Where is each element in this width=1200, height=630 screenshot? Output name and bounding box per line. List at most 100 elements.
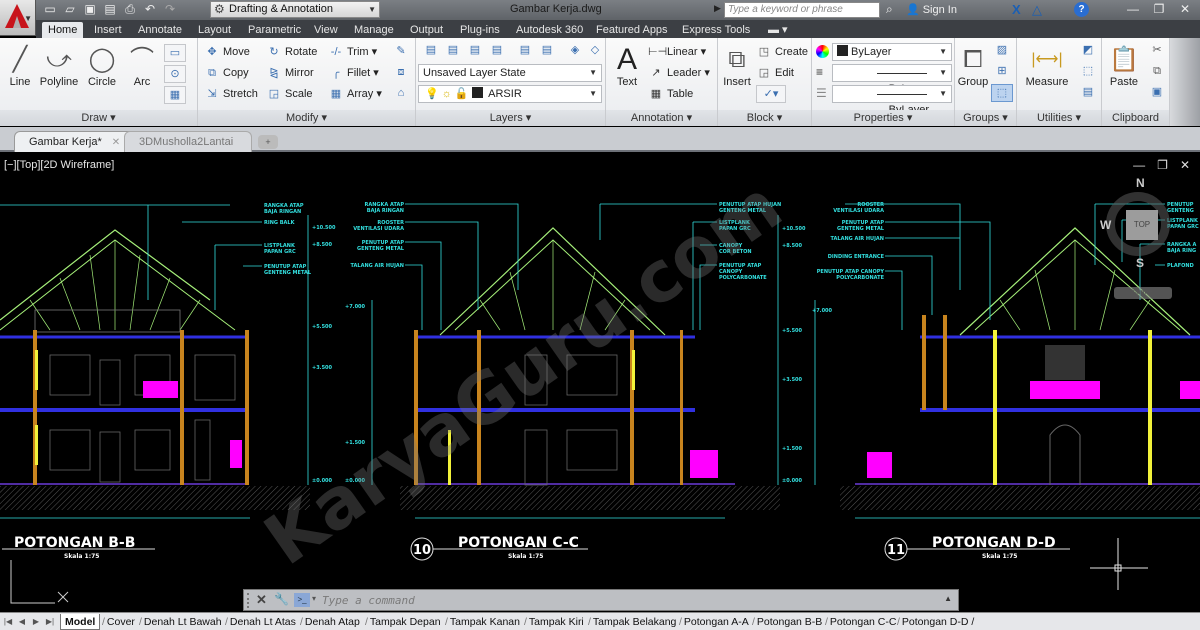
doc-tab-3dmusholla[interactable]: 3DMusholla2Lantai (124, 131, 252, 152)
annotation-panel-title[interactable]: Annotation ▾ (606, 110, 717, 126)
fillet-button[interactable]: ╭ Fillet ▾ (328, 64, 379, 82)
layout-tab-model[interactable]: Model (60, 614, 101, 630)
circle-button[interactable]: ◯ Circle (86, 44, 118, 88)
array-button[interactable]: ▦ Array ▾ (328, 85, 382, 103)
last-tab-icon[interactable]: ▶| (44, 615, 56, 628)
search-expand-icon[interactable]: ▶ (714, 3, 721, 14)
viewport-close-icon[interactable]: ✕ (1180, 158, 1190, 172)
group-button[interactable]: ⧠ Group (957, 44, 989, 88)
move-button[interactable]: ✥ Move (204, 43, 250, 61)
tab-annotate[interactable]: Annotate (132, 22, 188, 38)
close-icon[interactable]: ✕ (112, 137, 120, 148)
new-tab-icon[interactable]: + (258, 135, 278, 149)
linetype-dropdown[interactable]: ByLayer▼ (832, 85, 952, 116)
linear-button[interactable]: ⊢⊣Linear ▾ (648, 43, 706, 61)
ribbon-minimize-icon[interactable]: ▬ ▾ (762, 22, 794, 38)
text-button[interactable]: A Text (612, 44, 642, 89)
viewport-controls-label[interactable]: [−][Top][2D Wireframe] (4, 159, 114, 171)
layout-tab-cover[interactable]: / Cover (98, 614, 139, 630)
table-button[interactable]: ▦ Table (648, 85, 694, 103)
layout-tab-denah-atap[interactable]: / Denah Atap (296, 614, 364, 630)
block-attribute-icon[interactable]: ✓▾ (756, 85, 786, 103)
measure-button[interactable]: |⟷| Measure (1023, 44, 1071, 88)
tab-autodesk-360[interactable]: Autodesk 360 (510, 22, 589, 38)
layout-tab-potongan-b-b[interactable]: / Potongan B-B (748, 614, 826, 630)
minimize-icon[interactable]: — (1120, 0, 1146, 20)
layer-match-icon[interactable]: ▤ (442, 42, 464, 60)
modify-panel-title[interactable]: Modify ▾ (198, 110, 415, 126)
hatch-icon[interactable]: ▦ (164, 86, 186, 104)
next-tab-icon[interactable]: ▶ (30, 615, 42, 628)
close-icon[interactable]: ✕ (1172, 0, 1198, 20)
tab-manage[interactable]: Manage (348, 22, 400, 38)
layer-properties-icon[interactable]: ▤ (420, 42, 442, 60)
drag-handle[interactable] (247, 593, 251, 608)
match-properties-icon[interactable]: ▣ (1146, 84, 1168, 102)
save-as-icon[interactable]: ▤ (102, 2, 118, 17)
layer-off-icon[interactable]: ▤ (536, 42, 558, 60)
draw-panel-title[interactable]: Draw ▾ (0, 110, 197, 126)
scale-button[interactable]: ◲ Scale (266, 85, 313, 103)
open-file-icon[interactable]: ▱ (62, 2, 78, 17)
cut-icon[interactable]: ✂ (1146, 42, 1168, 60)
tab-layout[interactable]: Layout (192, 22, 237, 38)
layout-tab-denah-lt-bawah[interactable]: / Denah Lt Bawah (135, 614, 226, 630)
undo-icon[interactable]: ↶ (142, 2, 158, 17)
mirror-button[interactable]: ⧎ Mirror (266, 64, 313, 82)
viewport-restore-icon[interactable]: ❐ (1157, 158, 1168, 172)
command-input[interactable]: Type a command (322, 594, 415, 607)
layout-tab-tampak-belakang[interactable]: / Tampak Belakang (584, 614, 680, 630)
tab-plug-ins[interactable]: Plug-ins (454, 22, 506, 38)
block-panel-title[interactable]: Block ▾ (718, 110, 811, 126)
layer-dropdown[interactable]: 💡 ☼ 🔓 ARSIR ▼ (418, 85, 602, 103)
redo-icon[interactable]: ↷ (162, 2, 178, 17)
restore-icon[interactable]: ❐ (1146, 0, 1172, 20)
rotate-button[interactable]: ↻ Rotate (266, 43, 317, 61)
first-tab-icon[interactable]: |◀ (2, 615, 14, 628)
layout-tab-denah-lt-atas[interactable]: / Denah Lt Atas (221, 614, 300, 630)
polyline-button[interactable]: ⤻ Polyline (38, 44, 80, 88)
rectangle-icon[interactable]: ▭ (164, 44, 186, 62)
autodesk-360-icon[interactable]: △ (1032, 2, 1042, 18)
layout-tab-potongan-a-a[interactable]: / Potongan A-A (675, 614, 753, 630)
layout-tab-tampak-depan[interactable]: / Tampak Depan (361, 614, 445, 630)
group-edit-icon[interactable]: ⊞ (991, 63, 1013, 81)
explode-icon[interactable]: ⧈ (390, 64, 412, 82)
drawing-canvas[interactable]: RANGKA ATAP BAJA RINGAN RING BALK LISTPL… (0, 154, 1200, 612)
group-selection-icon[interactable]: ⬚ (991, 84, 1013, 102)
leader-button[interactable]: ↗ Leader ▾ (648, 64, 709, 82)
compass-south[interactable]: S (1136, 256, 1144, 270)
layer-state-dropdown[interactable]: Unsaved Layer State ▼ (418, 64, 602, 82)
compass-west[interactable]: W (1100, 218, 1111, 232)
print-icon[interactable]: ⎙ (122, 2, 138, 17)
layer-freeze-icon[interactable]: ▤ (514, 42, 536, 60)
binoculars-icon[interactable]: ⌕ (886, 2, 893, 17)
wcs-menu[interactable]: Unnamed (1114, 287, 1172, 299)
line-button[interactable]: ╱ Line (4, 44, 36, 88)
quick-select-icon[interactable]: ◩ (1077, 42, 1099, 60)
stretch-button[interactable]: ⇲ Stretch (204, 85, 257, 103)
recent-commands-icon[interactable]: ▾ (312, 594, 316, 603)
tab-express-tools[interactable]: Express Tools (676, 22, 756, 38)
paste-button[interactable]: 📋 Paste (1106, 44, 1142, 88)
copy-clip-icon[interactable]: ⧉ (1146, 63, 1168, 81)
tab-home[interactable]: Home (42, 22, 84, 38)
lineweight-dropdown[interactable]: ByLayer▼ (832, 64, 952, 95)
layer-unisolate-icon[interactable]: ▤ (486, 42, 508, 60)
help-icon[interactable]: ? (1074, 2, 1089, 17)
compass-north[interactable]: N (1136, 176, 1145, 190)
tab-view[interactable]: View (308, 22, 344, 38)
tab-featured-apps[interactable]: Featured Apps (590, 22, 674, 38)
command-history-icon[interactable]: ▲ (944, 594, 952, 603)
ungroup-icon[interactable]: ▨ (991, 42, 1013, 60)
properties-panel-title[interactable]: Properties ▾ (812, 110, 954, 126)
groups-panel-title[interactable]: Groups ▾ (955, 110, 1016, 126)
layers-panel-title[interactable]: Layers ▾ (416, 110, 605, 126)
insert-button[interactable]: ⧉ Insert (720, 44, 754, 88)
workspace-dropdown[interactable]: ⚙ Drafting & Annotation ▼ (210, 1, 380, 18)
exchange-apps-icon[interactable]: X (1012, 2, 1021, 17)
color-dropdown[interactable]: ByLayer ▼ (832, 43, 952, 61)
ellipse-icon[interactable]: ⊙ (164, 65, 186, 83)
viewcube-top-face[interactable]: TOP (1126, 210, 1158, 240)
sign-in-button[interactable]: 👤 Sign In (906, 3, 957, 16)
